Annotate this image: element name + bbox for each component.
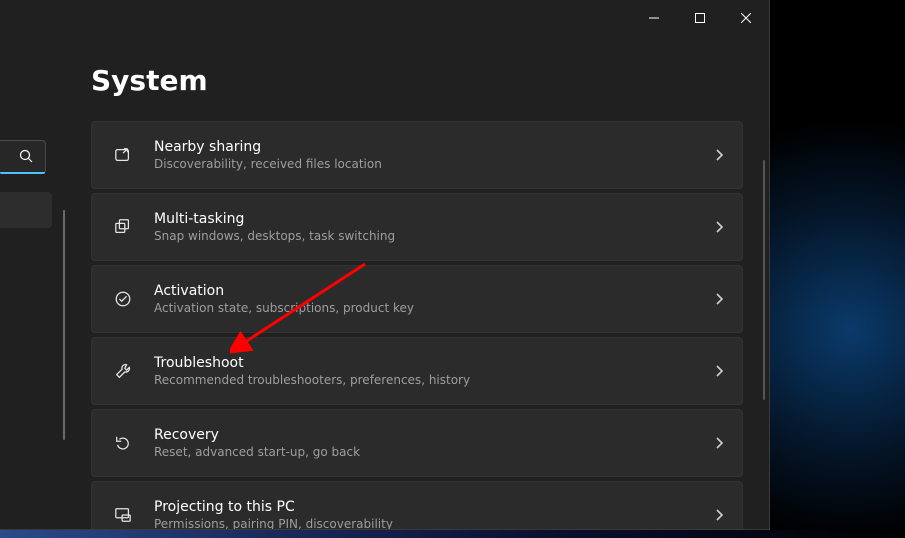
search-icon [19,148,33,167]
project-icon [110,506,136,524]
main-content: System Nearby sharing Discoverability, r… [55,36,769,529]
activate-icon [110,290,136,308]
share-icon [110,146,136,164]
sidebar [0,36,55,529]
item-title: Troubleshoot [154,355,714,371]
item-subtitle: Reset, advanced start-up, go back [154,445,714,459]
maximize-button[interactable] [677,0,723,36]
page-title: System [91,64,743,97]
chevron-right-icon [714,506,724,525]
item-projecting[interactable]: Projecting to this PC Permissions, pairi… [91,481,743,529]
sidebar-scrollbar[interactable] [63,210,65,440]
chevron-right-icon [714,290,724,309]
item-title: Recovery [154,427,714,443]
search-input[interactable] [0,140,46,174]
recovery-icon [110,434,136,452]
taskbar[interactable] [0,530,905,538]
item-multi-tasking[interactable]: Multi-tasking Snap windows, desktops, ta… [91,193,743,261]
titlebar [0,0,769,36]
item-title: Projecting to this PC [154,499,714,515]
item-subtitle: Activation state, subscriptions, product… [154,301,714,315]
item-title: Nearby sharing [154,139,714,155]
item-subtitle: Snap windows, desktops, task switching [154,229,714,243]
item-subtitle: Discoverability, received files location [154,157,714,171]
chevron-right-icon [714,434,724,453]
sidebar-item-system[interactable] [0,192,52,228]
settings-items: Nearby sharing Discoverability, received… [91,121,743,529]
item-troubleshoot[interactable]: Troubleshoot Recommended troubleshooters… [91,337,743,405]
chevron-right-icon [714,146,724,165]
multitask-icon [110,218,136,236]
item-subtitle: Permissions, pairing PIN, discoverabilit… [154,517,714,529]
close-button[interactable] [723,0,769,36]
settings-window: System Nearby sharing Discoverability, r… [0,0,770,530]
chevron-right-icon [714,362,724,381]
chevron-right-icon [714,218,724,237]
minimize-button[interactable] [631,0,677,36]
item-recovery[interactable]: Recovery Reset, advanced start-up, go ba… [91,409,743,477]
item-title: Multi-tasking [154,211,714,227]
item-subtitle: Recommended troubleshooters, preferences… [154,373,714,387]
item-activation[interactable]: Activation Activation state, subscriptio… [91,265,743,333]
item-nearby-sharing[interactable]: Nearby sharing Discoverability, received… [91,121,743,189]
wrench-icon [110,362,136,380]
scrollbar[interactable] [763,160,765,400]
item-title: Activation [154,283,714,299]
